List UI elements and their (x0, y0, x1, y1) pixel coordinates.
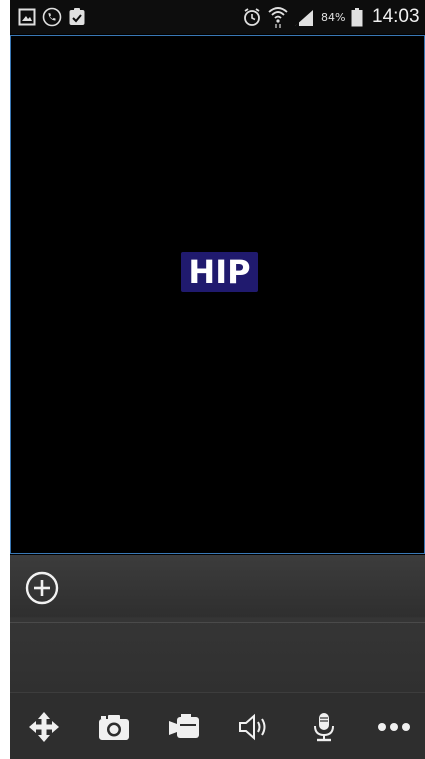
call-icon (42, 7, 62, 31)
clipboard-check-icon (68, 7, 86, 31)
alarm-icon (242, 7, 262, 31)
channel-panel (10, 555, 425, 692)
battery-percent: 84% (321, 11, 346, 24)
status-bar: 84% 14:03 (10, 0, 425, 34)
move-icon[interactable] (24, 707, 64, 747)
hip-logo: HIP (181, 252, 258, 292)
microphone-icon[interactable] (304, 707, 344, 747)
battery-icon (351, 8, 363, 31)
panel-divider (10, 622, 425, 623)
video-camera-icon[interactable] (164, 707, 204, 747)
app-screen: 84% 14:03 HIP (10, 0, 425, 759)
gallery-icon (18, 8, 36, 30)
clock: 14:03 (372, 6, 420, 27)
bottom-toolbar (10, 692, 425, 759)
plus-circle-icon[interactable] (25, 571, 59, 605)
video-viewport[interactable]: HIP (10, 35, 425, 554)
speaker-icon[interactable] (234, 707, 274, 747)
wifi-icon (268, 5, 288, 33)
camera-icon[interactable] (94, 707, 134, 747)
signal-icon (294, 9, 314, 31)
more-icon[interactable] (374, 707, 414, 747)
